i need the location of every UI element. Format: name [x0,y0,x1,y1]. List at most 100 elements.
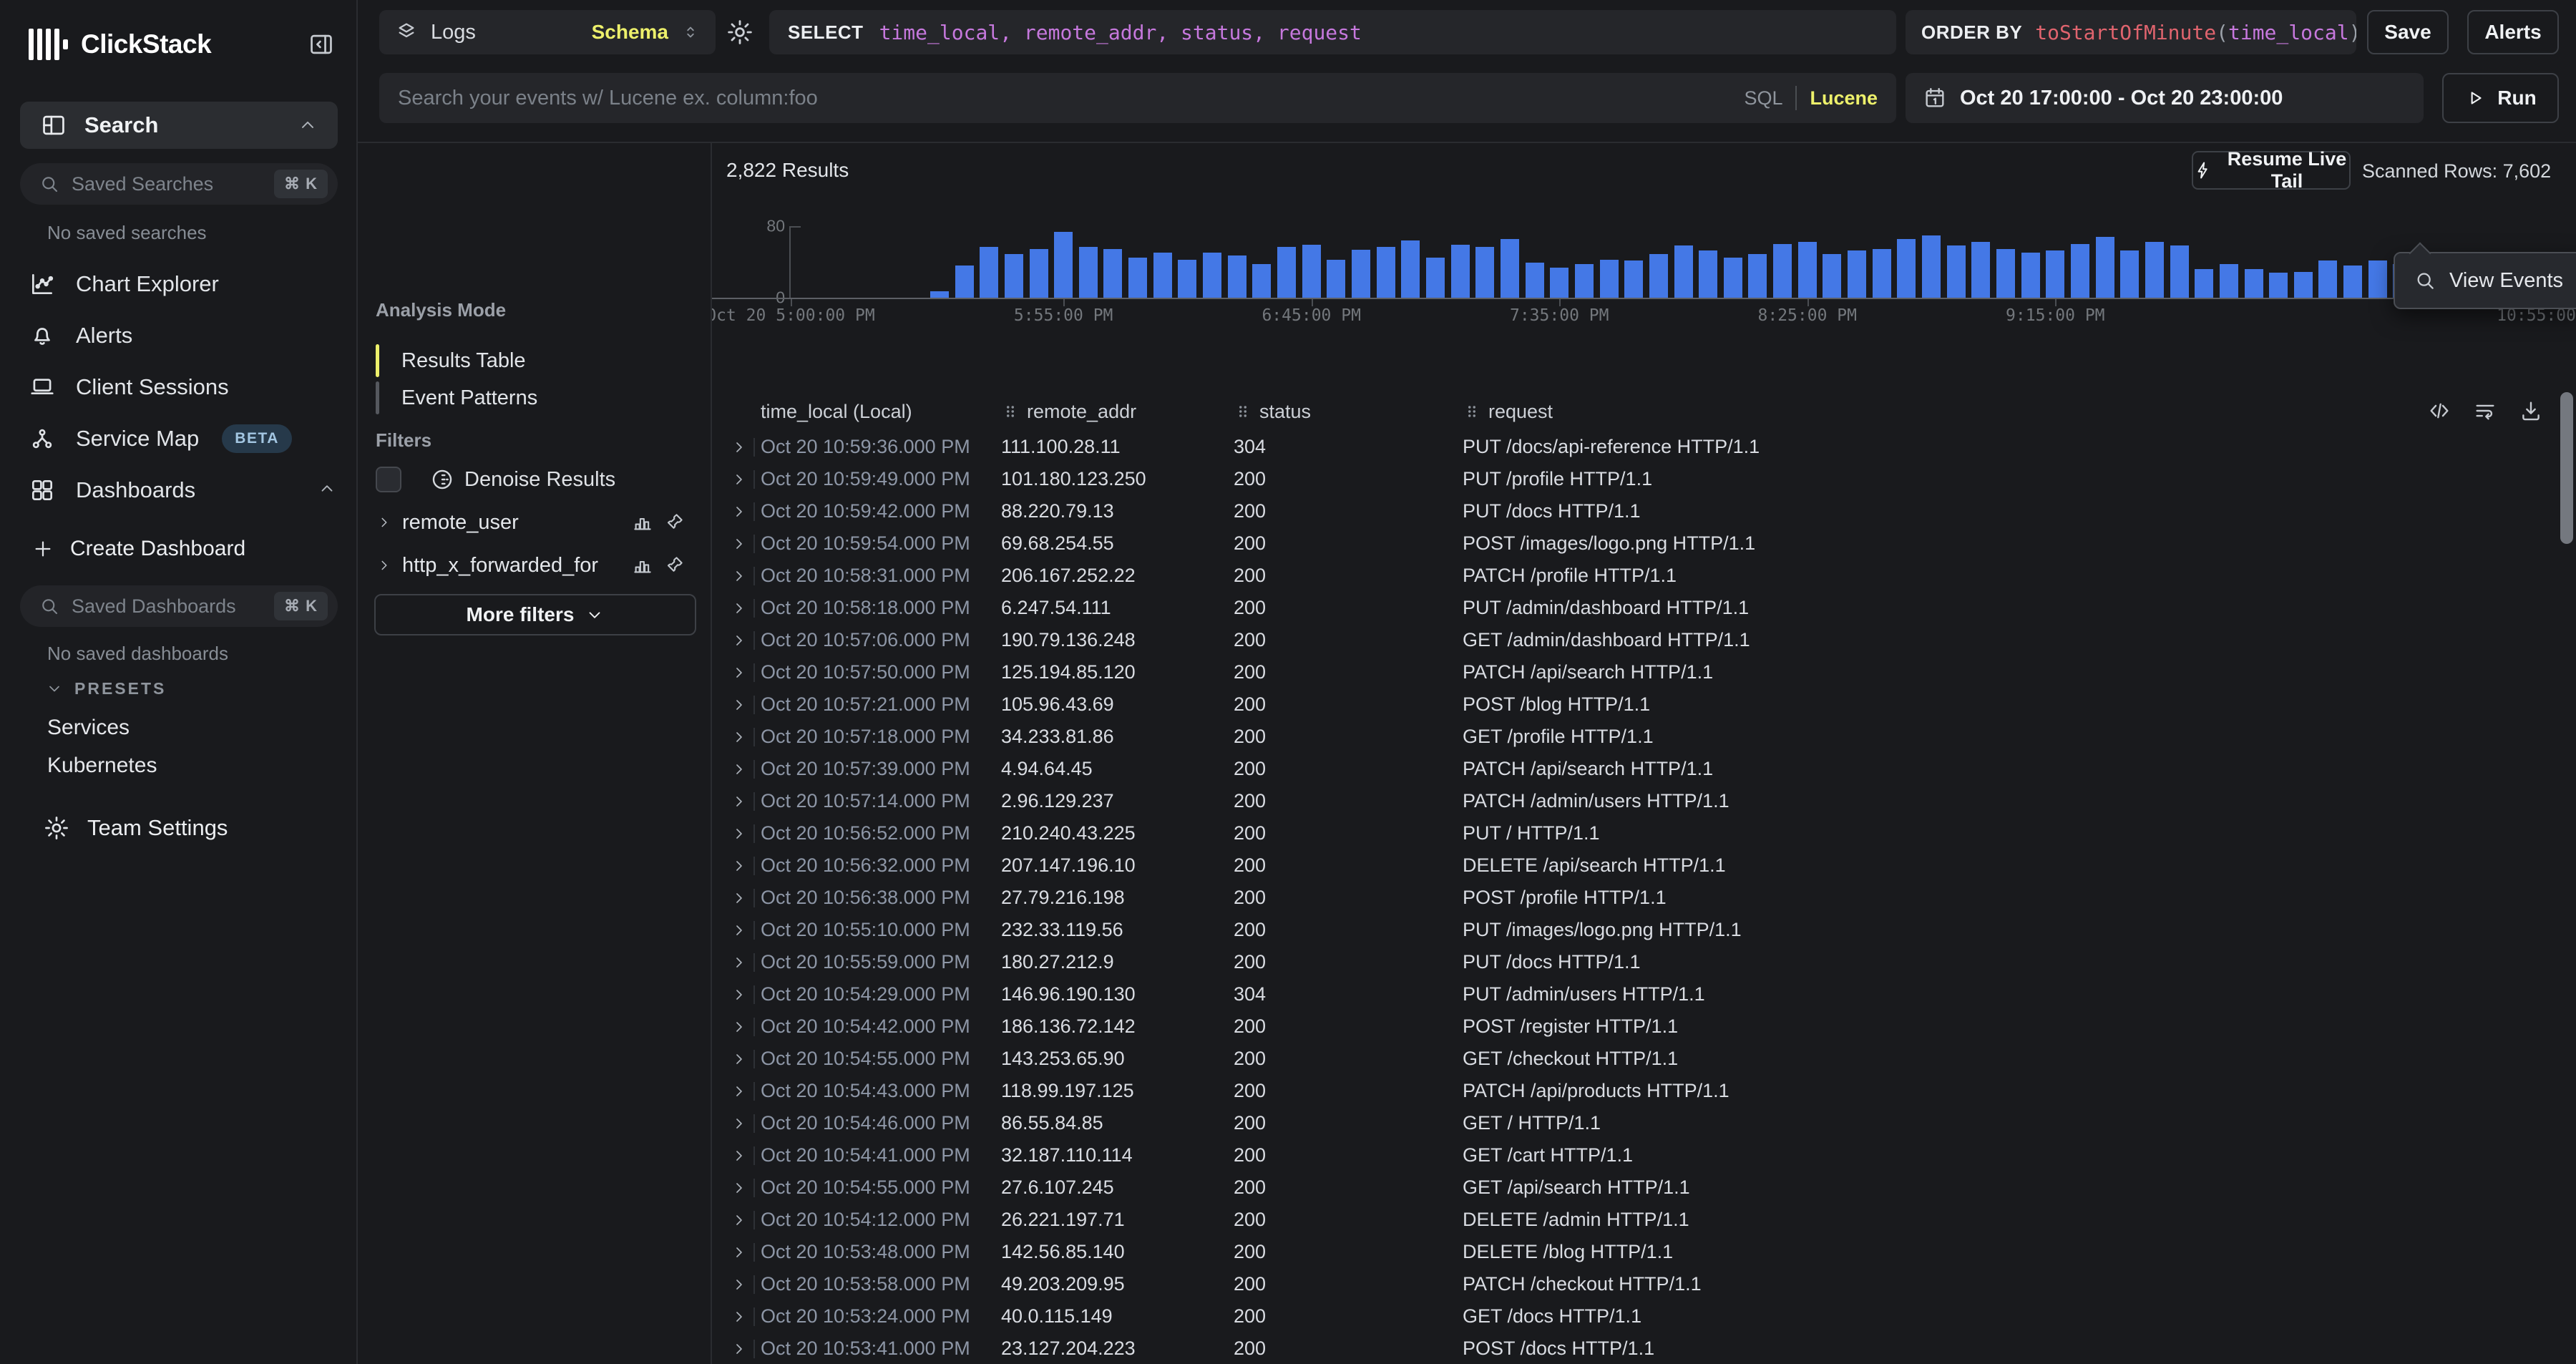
row-expand-chevron-icon[interactable] [731,696,748,713]
save-button[interactable]: Save [2367,10,2449,54]
table-row[interactable]: Oct 20 10:54:12.000 PM26.221.197.71200DE… [712,1204,2560,1236]
table-row[interactable]: Oct 20 10:53:48.000 PM142.56.85.140200DE… [712,1236,2560,1268]
column-header-remote-addr[interactable]: remote_addr [1001,401,1234,423]
preset-item-kubernetes[interactable]: Kubernetes [47,746,348,784]
table-row[interactable]: Oct 20 10:54:42.000 PM186.136.72.142200P… [712,1010,2560,1043]
table-row[interactable]: Oct 20 10:59:49.000 PM101.180.123.250200… [712,463,2560,495]
drag-handle-icon[interactable] [1234,402,1252,421]
row-expand-chevron-icon[interactable] [731,1115,748,1132]
events-histogram[interactable]: 80 0 Oct 20 5:00:00 PM5:55:00 PM6:45:00 … [712,215,2576,336]
table-row[interactable]: Oct 20 10:57:21.000 PM105.96.43.69200POS… [712,688,2560,721]
code-icon[interactable] [2427,399,2451,423]
table-row[interactable]: Oct 20 10:57:39.000 PM4.94.64.45200PATCH… [712,753,2560,785]
event-search-input[interactable]: SQL Lucene [379,73,1896,123]
table-row[interactable]: Oct 20 10:54:29.000 PM146.96.190.130304P… [712,978,2560,1010]
sidebar-item-dashboards[interactable]: Dashboards [0,464,358,516]
table-row[interactable]: Oct 20 10:57:50.000 PM125.194.85.120200P… [712,656,2560,688]
table-row[interactable]: Oct 20 10:59:42.000 PM88.220.79.13200PUT… [712,495,2560,527]
pin-icon[interactable] [663,512,685,533]
lucene-toggle[interactable]: Lucene [1810,87,1878,109]
row-expand-chevron-icon[interactable] [731,1276,748,1293]
sidebar-item-search[interactable]: Search [20,102,338,149]
table-row[interactable]: Oct 20 10:54:46.000 PM86.55.84.85200GET … [712,1107,2560,1139]
column-header-status[interactable]: status [1234,401,1463,423]
sidebar-item-chart-explorer[interactable]: Chart Explorer [0,258,358,310]
table-row[interactable]: Oct 20 10:53:24.000 PM40.0.115.149200GET… [712,1300,2560,1333]
table-row[interactable]: Oct 20 10:56:38.000 PM27.79.216.198200PO… [712,882,2560,914]
column-header-time-local-local-[interactable]: time_local (Local) [761,401,1001,423]
row-expand-chevron-icon[interactable] [731,1308,748,1325]
row-expand-chevron-icon[interactable] [731,825,748,842]
chart-icon[interactable] [632,555,653,576]
table-row[interactable]: Oct 20 10:55:10.000 PM232.33.119.56200PU… [712,914,2560,946]
row-expand-chevron-icon[interactable] [731,890,748,907]
row-expand-chevron-icon[interactable] [731,1212,748,1229]
presets-toggle[interactable]: PRESETS [46,673,166,704]
tab-event-patterns[interactable]: Event Patterns [376,379,691,416]
date-range-picker[interactable]: Oct 20 17:00:00 - Oct 20 23:00:00 [1906,73,2424,123]
wrap-text-icon[interactable] [2473,399,2497,423]
saved-dashboards-field[interactable] [72,595,263,618]
resume-live-tail-button[interactable]: Resume Live Tail [2192,151,2351,190]
sidebar-item-client-sessions[interactable]: Client Sessions [0,361,358,413]
row-expand-chevron-icon[interactable] [731,954,748,971]
table-row[interactable]: Oct 20 10:57:18.000 PM34.233.81.86200GET… [712,721,2560,753]
table-row[interactable]: Oct 20 10:57:14.000 PM2.96.129.237200PAT… [712,785,2560,817]
table-row[interactable]: Oct 20 10:59:36.000 PM111.100.28.11304PU… [712,431,2560,463]
row-expand-chevron-icon[interactable] [731,1179,748,1197]
table-row[interactable]: Oct 20 10:53:41.000 PM23.127.204.223200P… [712,1333,2560,1364]
create-dashboard-button[interactable]: Create Dashboard [31,527,245,570]
row-expand-chevron-icon[interactable] [731,793,748,810]
scrollbar[interactable] [2559,386,2575,1364]
row-expand-chevron-icon[interactable] [731,729,748,746]
download-icon[interactable] [2519,399,2543,423]
view-events-tooltip[interactable]: View Events [2394,252,2576,309]
source-settings-gear-icon[interactable] [726,18,754,47]
query-language-toggle[interactable]: SQL Lucene [1744,86,1878,110]
pin-icon[interactable] [663,555,685,576]
table-row[interactable]: Oct 20 10:53:58.000 PM49.203.209.95200PA… [712,1268,2560,1300]
row-expand-chevron-icon[interactable] [731,600,748,617]
saved-dashboards-input[interactable]: ⌘ K [20,585,338,627]
drag-handle-icon[interactable] [1463,402,1481,421]
alerts-button[interactable]: Alerts [2467,10,2559,54]
denoise-results-option[interactable]: Denoise Results [376,462,615,497]
filter-field-http-x-forwarded-for[interactable]: http_x_forwarded_for [358,547,712,583]
preset-item-services[interactable]: Services [47,708,348,746]
row-expand-chevron-icon[interactable] [731,986,748,1003]
sidebar-item-alerts[interactable]: Alerts [0,310,358,361]
row-expand-chevron-icon[interactable] [731,471,748,488]
tab-results-table[interactable]: Results Table [376,342,691,379]
table-row[interactable]: Oct 20 10:58:18.000 PM6.247.54.111200PUT… [712,592,2560,624]
table-row[interactable]: Oct 20 10:54:55.000 PM143.253.65.90200GE… [712,1043,2560,1075]
source-select[interactable]: Logs Schema [379,10,716,54]
more-filters-button[interactable]: More filters [374,594,696,635]
saved-searches-input[interactable]: ⌘ K [20,163,338,205]
drag-handle-icon[interactable] [1001,402,1020,421]
row-expand-chevron-icon[interactable] [731,1018,748,1036]
row-expand-chevron-icon[interactable] [731,535,748,552]
row-expand-chevron-icon[interactable] [731,664,748,681]
order-by-input[interactable]: ORDER BY toStartOfMinute(time_local) D [1906,10,2356,54]
sql-toggle[interactable]: SQL [1744,87,1782,109]
scrollbar-thumb[interactable] [2560,392,2573,544]
denoise-checkbox[interactable] [376,467,401,492]
row-expand-chevron-icon[interactable] [731,761,748,778]
row-expand-chevron-icon[interactable] [731,1051,748,1068]
row-expand-chevron-icon[interactable] [731,922,748,939]
row-expand-chevron-icon[interactable] [731,1147,748,1164]
filter-field-remote-user[interactable]: remote_user [358,505,712,540]
table-row[interactable]: Oct 20 10:58:31.000 PM206.167.252.22200P… [712,560,2560,592]
table-row[interactable]: Oct 20 10:54:43.000 PM118.99.197.125200P… [712,1075,2560,1107]
column-header-request[interactable]: request [1463,401,2560,423]
row-expand-chevron-icon[interactable] [731,439,748,456]
table-row[interactable]: Oct 20 10:54:55.000 PM27.6.107.245200GET… [712,1171,2560,1204]
row-expand-chevron-icon[interactable] [731,632,748,649]
row-expand-chevron-icon[interactable] [731,503,748,520]
sidebar-item-team-settings[interactable]: Team Settings [43,807,228,849]
table-row[interactable]: Oct 20 10:54:41.000 PM32.187.110.114200G… [712,1139,2560,1171]
row-expand-chevron-icon[interactable] [731,857,748,875]
sidebar-collapse-icon[interactable] [308,31,335,58]
chart-icon[interactable] [632,512,653,533]
row-expand-chevron-icon[interactable] [731,1083,748,1100]
